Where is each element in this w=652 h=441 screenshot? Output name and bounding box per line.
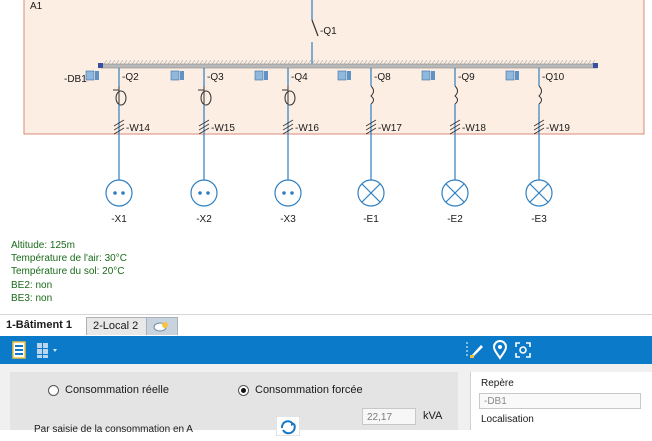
radio-button[interactable] xyxy=(48,384,59,396)
grid-icon xyxy=(37,343,57,358)
refresh-button[interactable] xyxy=(275,415,301,437)
breaker-label: -Q3 xyxy=(207,72,224,83)
socket-pin xyxy=(206,191,210,195)
load-label: -E3 xyxy=(531,214,547,225)
localisation-label: Localisation xyxy=(481,414,534,425)
device-icon xyxy=(505,70,515,81)
device-icon xyxy=(421,70,431,81)
socket-icon xyxy=(105,179,133,207)
radio-consommation-reelle[interactable]: Consommation réelle xyxy=(48,384,169,396)
socket-pin xyxy=(113,191,117,195)
env-line: BE3: non xyxy=(11,292,53,304)
busbar xyxy=(100,63,598,69)
socket-pin xyxy=(198,191,202,195)
socket-icon xyxy=(274,179,302,207)
load-label: -X3 xyxy=(280,214,296,225)
environment-info: Altitude: 125m Température de l'air: 30°… xyxy=(11,239,127,305)
device-icon xyxy=(515,71,519,80)
refresh-icon xyxy=(275,415,301,437)
busbar-end xyxy=(593,63,598,68)
device-icon xyxy=(180,71,184,80)
socket-icon xyxy=(190,179,218,207)
repere-label: Repère xyxy=(481,378,514,389)
load-label: -X2 xyxy=(196,214,212,225)
load-label: -E2 xyxy=(447,214,463,225)
env-line: Température du sol: 20°C xyxy=(11,266,125,278)
breaker-label: -Q10 xyxy=(542,72,565,83)
identification-pane: Repère -DB1 Localisation xyxy=(470,372,652,430)
device-icon xyxy=(85,70,95,81)
device-icon xyxy=(431,71,435,80)
tab-batiment-1[interactable]: 1-Bâtiment 1 xyxy=(0,317,84,334)
cable-label: -W15 xyxy=(211,123,235,134)
env-line: Température de l'air: 30°C xyxy=(11,253,127,265)
breaker-label: -Q8 xyxy=(374,72,391,83)
breaker-label: -Q4 xyxy=(291,72,308,83)
env-line: BE2: non xyxy=(11,279,53,291)
consumption-settings: Consommation réelle Consommation forcée … xyxy=(10,372,458,437)
device-icon xyxy=(170,70,180,81)
cable-label: -W19 xyxy=(546,123,570,134)
breaker-label: -Q9 xyxy=(458,72,475,83)
radio-label: Consommation réelle xyxy=(65,384,169,396)
brush-icon xyxy=(466,342,483,358)
main-breaker-label: -Q1 xyxy=(320,26,337,37)
socket-pin xyxy=(290,191,294,195)
busbar-end xyxy=(98,63,103,68)
sheet-tab-bar: 1-Bâtiment 1 2-Local 2 xyxy=(0,314,652,337)
cable-label: -W14 xyxy=(126,123,150,134)
consumption-unit: kVA xyxy=(423,410,443,422)
device-icon xyxy=(254,70,264,81)
radio-button[interactable] xyxy=(238,384,249,396)
device-icon xyxy=(264,71,268,80)
add-sheet-icon xyxy=(153,322,168,332)
load-label: -E1 xyxy=(363,214,379,225)
cable-label: -W17 xyxy=(378,123,402,134)
locate-button[interactable] xyxy=(489,339,511,361)
properties-panel: Consommation réelle Consommation forcée … xyxy=(0,364,652,437)
breaker-label: -Q2 xyxy=(122,72,139,83)
grid-view-dropdown[interactable] xyxy=(34,339,62,361)
device-icon xyxy=(347,71,351,80)
properties-view-button[interactable] xyxy=(8,339,30,361)
properties-toolbar xyxy=(0,336,652,364)
schematic-canvas[interactable]: A1 -Q1 -DB1 -Q2 -W14 -X1 -Q3 -W15 -X2 -Q4 -W16 -X3 -… xyxy=(0,0,652,314)
repere-input[interactable]: -DB1 xyxy=(479,393,641,409)
zoom-fit-button[interactable] xyxy=(512,339,534,361)
consumption-value-input[interactable]: 22,17 xyxy=(362,408,416,425)
cable-label: -W18 xyxy=(462,123,486,134)
socket-pin xyxy=(282,191,286,195)
sheet-properties-icon xyxy=(12,341,26,359)
radio-consommation-forcee[interactable]: Consommation forcée xyxy=(238,384,363,396)
map-pin-icon xyxy=(492,340,508,360)
socket-pin xyxy=(121,191,125,195)
zone-label: A1 xyxy=(30,1,43,12)
load-label: -X1 xyxy=(111,214,127,225)
env-line: Altitude: 125m xyxy=(11,240,75,251)
focus-target-icon xyxy=(515,342,531,358)
add-sheet-tab[interactable] xyxy=(146,317,178,335)
busbar-label: -DB1 xyxy=(64,74,87,85)
device-icon xyxy=(95,71,99,80)
device-icon xyxy=(337,70,347,81)
radio-label: Consommation forcée xyxy=(255,384,363,396)
edit-brush-button[interactable] xyxy=(464,339,486,361)
cable-label: -W16 xyxy=(295,123,319,134)
